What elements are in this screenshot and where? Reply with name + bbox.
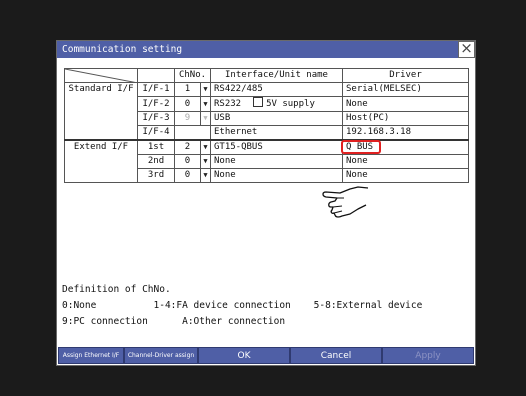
chno-dropdown-icon[interactable]: ▼ [200,96,211,112]
header-corner-cell [64,68,138,83]
interface-select[interactable]: None [210,154,343,169]
chno-value[interactable]: 0 [174,96,201,112]
channel-driver-assign-button[interactable]: Channel-Driver assign [124,347,198,364]
interface-select[interactable]: Ethernet [210,125,343,141]
definition-line-2: 9:PC connection A:Other connection [62,316,286,327]
chno-value[interactable]: 0 [174,168,201,183]
communication-table: ChNo. Interface/Unit name Driver Standar… [64,68,469,183]
chno-dropdown-icon: ▼ [200,111,211,126]
definition-title: Definition of ChNo. [62,284,171,295]
5v-supply-checkbox[interactable] [253,97,264,107]
chno-dropdown-icon[interactable]: ▼ [200,168,211,183]
table-header-row: ChNo. Interface/Unit name Driver [64,68,469,83]
interface-select[interactable]: RS232 5V supply [210,96,343,112]
ok-button[interactable]: OK [198,347,290,364]
interface-select[interactable]: RS422/485 [210,82,343,97]
diagonal-line [65,69,138,83]
chno-value [174,125,211,141]
chno-value[interactable]: 0 [174,154,201,169]
chno-value[interactable]: 1 [174,82,201,97]
apply-button: Apply [382,347,474,364]
driver-select[interactable]: None [342,168,469,183]
driver-select[interactable]: None [342,154,469,169]
driver-select[interactable]: Serial(MELSEC) [342,82,469,97]
chno-value[interactable]: 2 [174,139,201,155]
chno-dropdown-icon[interactable]: ▼ [200,139,211,155]
if-label: I/F-1 [137,82,175,97]
if-label: I/F-4 [137,125,175,141]
assign-ethernet-button[interactable]: Assign Ethernet I/F [58,347,124,364]
interface-name: RS232 [214,99,242,109]
driver-select[interactable]: 192.168.3.18 [342,125,469,141]
title-bar: Communication setting × [57,41,475,58]
interface-select[interactable]: GT15-QBUS [210,139,343,155]
table-row: Standard I/F I/F-1 1 ▼ RS422/485 Serial(… [64,82,469,141]
pointing-hand-icon [322,186,369,218]
definition-line-1: 0:None 1-4:FA device connection 5-8:Exte… [62,300,423,311]
driver-select[interactable]: Host(PC) [342,111,469,126]
button-bar: Assign Ethernet I/F Channel-Driver assig… [58,347,474,364]
group-standard-if: Standard I/F [64,82,138,141]
chno-dropdown-icon[interactable]: ▼ [200,82,211,97]
table-row: Extend I/F 1st 2 ▼ GT15-QBUS Q BUS [64,139,469,183]
header-chno: ChNo. [174,68,211,83]
interface-select[interactable]: USB [210,111,343,126]
chno-dropdown-icon[interactable]: ▼ [200,154,211,169]
if-label: 1st [137,139,175,155]
if-label: I/F-2 [137,96,175,112]
highlight-box [341,140,381,154]
if-label: 3rd [137,168,175,183]
header-driver: Driver [342,68,469,83]
5v-supply-label: 5V supply [266,99,315,109]
driver-select[interactable]: None [342,96,469,112]
close-icon: × [460,39,473,57]
driver-select[interactable]: Q BUS [341,139,469,155]
group-extend-if: Extend I/F [64,139,138,183]
dialog-title: Communication setting [62,44,183,55]
close-button[interactable]: × [458,41,475,58]
chno-value: 9 [174,111,201,126]
if-label: 2nd [137,154,175,169]
header-interface: Interface/Unit name [210,68,343,83]
interface-select[interactable]: None [210,168,343,183]
cancel-button[interactable]: Cancel [290,347,382,364]
header-if-blank [137,68,175,83]
communication-setting-dialog: Communication setting × ChNo. Interface/… [56,40,476,366]
if-label: I/F-3 [137,111,175,126]
